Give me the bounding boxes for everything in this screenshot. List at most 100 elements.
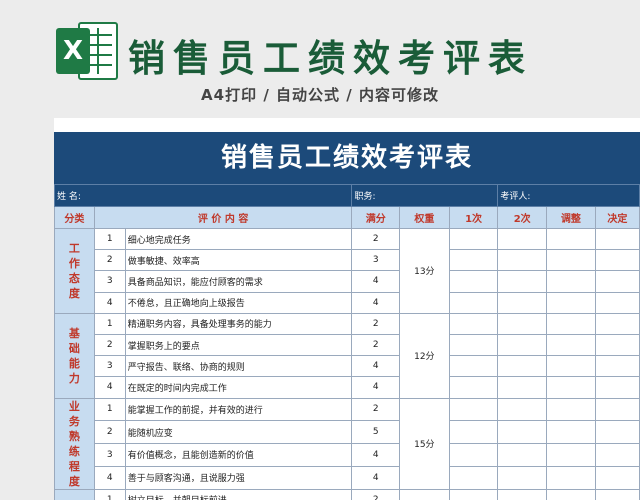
round-2-input[interactable]	[497, 249, 548, 272]
table-row: 4 不倦怠，且正确地向上级报告 4	[55, 291, 640, 314]
category-cell: 业务熟练程度	[54, 397, 95, 490]
adjust-input[interactable]	[546, 397, 596, 422]
adjust-input[interactable]	[546, 465, 596, 490]
round-1-input[interactable]	[448, 443, 499, 467]
decision-input[interactable]	[594, 397, 640, 422]
adjust-input[interactable]	[546, 488, 596, 500]
decision-input[interactable]	[594, 488, 640, 500]
round-2-input[interactable]	[497, 312, 548, 335]
sheet-title: 销售员工绩效考评表	[54, 132, 640, 184]
excel-logo-letter: X	[56, 28, 90, 74]
evaluator-field[interactable]: 考评人:	[497, 184, 640, 207]
content-cell: 善于与顾客沟通，且说服力强	[124, 465, 353, 490]
round-2-input[interactable]	[497, 420, 548, 444]
round-2-input[interactable]	[497, 355, 548, 378]
content-cell: 掌握职务上的要点	[124, 333, 353, 357]
round-2-input[interactable]	[497, 465, 548, 490]
round-1-input[interactable]	[448, 291, 499, 314]
round-2-input[interactable]	[497, 488, 548, 500]
table-row: 3 有价值概念，且能创造新的价值 4	[55, 443, 640, 467]
score-cell: 4	[351, 355, 400, 378]
content-cell: 具备商品知识，能应付顾客的需求	[124, 270, 353, 293]
decision-input[interactable]	[594, 443, 640, 467]
decision-input[interactable]	[594, 333, 640, 357]
adjust-input[interactable]	[546, 355, 596, 378]
table-row: 基础能力 1 精通职务内容，具备处理事务的能力 2 12分	[54, 312, 640, 399]
content-cell: 做事敏捷、效率高	[124, 249, 353, 272]
table-row: 2 能随机应变 5	[55, 420, 640, 444]
excel-logo-icon: X	[56, 22, 118, 80]
adjust-input[interactable]	[546, 270, 596, 293]
adjust-input[interactable]	[546, 443, 596, 467]
round-2-input[interactable]	[497, 333, 548, 357]
row-number: 1	[93, 312, 126, 335]
round-1-input[interactable]	[448, 376, 499, 399]
decision-input[interactable]	[594, 291, 640, 314]
header-banner: X 销售员工绩效考评表 A4打印 / 自动公式 / 内容可修改	[0, 0, 640, 118]
score-cell: 4	[351, 443, 400, 467]
round-2-input[interactable]	[497, 376, 548, 399]
weight-cell	[398, 488, 450, 500]
content-cell: 精通职务内容，具备处理事务的能力	[124, 312, 353, 335]
adjust-input[interactable]	[546, 249, 596, 272]
content-cell: 能随机应变	[124, 420, 353, 444]
header-row: 分类评 价 内 容满分 权重 1次 2次 调整 决定	[54, 206, 640, 229]
row-number: 1	[93, 227, 126, 251]
decision-input[interactable]	[594, 249, 640, 272]
decision-input[interactable]	[594, 465, 640, 490]
content-cell: 不倦怠，且正确地向上级报告	[124, 291, 353, 314]
adjust-input[interactable]	[546, 312, 596, 335]
round-1-input[interactable]	[448, 312, 499, 335]
round-1-input[interactable]	[448, 355, 499, 378]
round-2-input[interactable]	[497, 397, 548, 422]
row-number: 3	[93, 270, 126, 293]
header-round-1: 1次	[448, 206, 499, 229]
adjust-input[interactable]	[546, 291, 596, 314]
row-number: 4	[93, 291, 126, 314]
decision-input[interactable]	[594, 227, 640, 251]
table-row: 3 具备商品知识，能应付顾客的需求 4	[55, 270, 640, 293]
header-weight: 权重	[398, 206, 450, 229]
position-field[interactable]: 职务:	[351, 184, 499, 207]
header-category: 分类	[54, 206, 95, 229]
header-full-score: 满分	[351, 206, 400, 229]
adjust-input[interactable]	[546, 333, 596, 357]
header-adjust: 调整	[546, 206, 596, 229]
round-2-input[interactable]	[497, 270, 548, 293]
decision-input[interactable]	[594, 376, 640, 399]
row-number: 1	[93, 397, 126, 422]
round-1-input[interactable]	[448, 465, 499, 490]
category-cell	[54, 488, 95, 500]
round-1-input[interactable]	[448, 249, 499, 272]
row-number: 3	[93, 355, 126, 378]
row-number: 2	[93, 249, 126, 272]
table-row: 4 在既定的时间内完成工作 4	[55, 376, 640, 399]
round-2-input[interactable]	[497, 443, 548, 467]
round-1-input[interactable]	[448, 397, 499, 422]
content-cell: 有价值概念，且能创造新的价值	[124, 443, 353, 467]
round-1-input[interactable]	[448, 420, 499, 444]
score-cell: 2	[351, 488, 400, 500]
row-number: 2	[93, 420, 126, 444]
round-1-input[interactable]	[448, 488, 499, 500]
round-1-input[interactable]	[448, 227, 499, 251]
adjust-input[interactable]	[546, 227, 596, 251]
score-cell: 5	[351, 420, 400, 444]
score-cell: 2	[351, 312, 400, 335]
adjust-input[interactable]	[546, 376, 596, 399]
score-cell: 3	[351, 249, 400, 272]
info-row: 姓 名: 职务: 考评人:	[54, 184, 640, 207]
adjust-input[interactable]	[546, 420, 596, 444]
decision-input[interactable]	[594, 270, 640, 293]
decision-input[interactable]	[594, 420, 640, 444]
round-1-input[interactable]	[448, 270, 499, 293]
name-field[interactable]: 姓 名:	[54, 184, 353, 207]
decision-input[interactable]	[594, 312, 640, 335]
round-1-input[interactable]	[448, 333, 499, 357]
decision-input[interactable]	[594, 355, 640, 378]
content-cell: 树立目标，并朝目标前进	[124, 488, 353, 500]
round-2-input[interactable]	[497, 291, 548, 314]
round-2-input[interactable]	[497, 227, 548, 251]
score-cell: 2	[351, 227, 400, 251]
evaluation-table: 姓 名: 职务: 考评人: 分类评 价 内 容满分 权重 1次 2次 调整 决定 工作态度 1 细…	[54, 184, 640, 500]
